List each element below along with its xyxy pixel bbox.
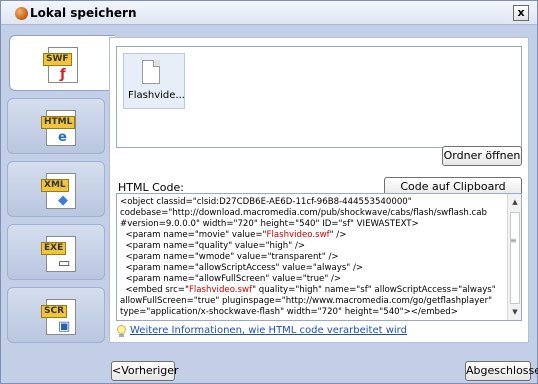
- scroll-up-icon[interactable]: ▲: [510, 197, 520, 207]
- file-name: Flashvide...: [128, 90, 185, 101]
- code-line: <param name="allowScriptAccess" value="a…: [120, 263, 504, 274]
- sidebar-item-html[interactable]: HTML e: [7, 98, 105, 154]
- code-segment: codebase="http://download.macromedia.com…: [120, 208, 487, 218]
- code-segment: " />: [329, 230, 347, 240]
- code-line: <param name="quality" value="high" />: [120, 241, 504, 252]
- sidebar-item-exe[interactable]: EXE ▭: [7, 224, 105, 280]
- code-segment: <embed src=": [120, 285, 189, 295]
- more-info-link[interactable]: Weitere Informationen, wie HTML code ver…: [130, 325, 407, 336]
- code-segment: <object classid="clsid:D27CDB6E-AE6D-11c…: [120, 197, 412, 207]
- html-file-icon: HTML e: [41, 110, 76, 146]
- code-segment: <param name="quality" value="high" />: [120, 241, 306, 251]
- file-type-tag: SCR: [41, 305, 68, 318]
- file-type-glyph: ▭: [58, 256, 71, 271]
- file-type-glyph: ▣: [58, 319, 71, 334]
- open-folder-button[interactable]: Ordner öffnen: [442, 146, 522, 166]
- code-segment: #version=9.0.0.0" width="720" height="54…: [120, 219, 419, 229]
- code-line: <param name="wmode" value="transparent" …: [120, 252, 504, 263]
- scr-file-icon: SCR ▣: [41, 299, 76, 335]
- code-scrollbar[interactable]: ▲ ≡ ▼: [507, 194, 521, 320]
- app-logo-icon: [15, 7, 28, 20]
- scroll-thumb[interactable]: [510, 212, 520, 304]
- code-segment: <param name="allowScriptAccess" value="a…: [120, 263, 364, 273]
- code-line: <param name="movie" value="Flashvideo.sw…: [120, 230, 504, 241]
- swf-file-icon: SWF ƒ: [43, 47, 78, 83]
- file-type-tag: HTML: [41, 116, 76, 129]
- file-list: Flashvide...: [116, 46, 522, 148]
- code-segment: <param name="movie" value=": [120, 230, 267, 240]
- close-button[interactable]: x: [513, 5, 529, 21]
- code-highlight: Flashvideo.swf: [188, 285, 253, 295]
- sidebar-item-xml[interactable]: XML ◆: [7, 161, 105, 217]
- code-line: <param name="allowFullScreen" value="tru…: [120, 274, 504, 285]
- code-segment: type="application/x-shockwave-flash" wid…: [120, 307, 458, 317]
- sidebar-item-swf[interactable]: SWF ƒ: [9, 35, 115, 91]
- main-panel: Flashvide... Ordner öffnen HTML Code: Co…: [109, 37, 529, 343]
- format-sidebar: SWF ƒ HTML e XML ◆ EXE ▭ SCR ▣: [7, 35, 115, 343]
- code-segment: <param name="wmode" value="transparent" …: [120, 252, 339, 262]
- footer-bar: <Vorheriger Abgeschlossen: [1, 349, 538, 383]
- sidebar-item-scr[interactable]: SCR ▣: [7, 287, 105, 343]
- code-line: allowFullScreen="true" pluginspage="http…: [120, 296, 504, 307]
- grip-icon: ≡: [510, 236, 517, 245]
- code-segment: <param name="allowFullScreen" value="tru…: [120, 274, 342, 284]
- document-icon: [142, 60, 160, 84]
- file-type-tag: XML: [41, 179, 69, 192]
- file-type-glyph: e: [58, 130, 67, 145]
- previous-button[interactable]: <Vorheriger: [111, 361, 179, 381]
- xml-file-icon: XML ◆: [41, 173, 76, 209]
- title-bar: Lokal speichern x: [1, 1, 537, 25]
- save-locally-dialog: Lokal speichern x SWF ƒ HTML e XML ◆ EXE ▭ SCR ▣ …: [0, 0, 538, 384]
- window-title: Lokal speichern: [30, 6, 137, 20]
- code-line: <object classid="clsid:D27CDB6E-AE6D-11c…: [120, 197, 504, 208]
- code-segment: " quality="high" name="sf" allowScriptAc…: [252, 285, 496, 295]
- code-line: <embed src="Flashvideo.swf" quality="hig…: [120, 285, 504, 296]
- code-segment: allowFullScreen="true" pluginspage="http…: [120, 296, 493, 306]
- file-type-tag: SWF: [43, 53, 72, 66]
- file-type-glyph: ƒ: [60, 67, 66, 82]
- code-line: #version=9.0.0.0" width="720" height="54…: [120, 219, 504, 230]
- finish-button[interactable]: Abgeschlossen: [465, 361, 538, 381]
- html-code-textarea[interactable]: <object classid="clsid:D27CDB6E-AE6D-11c…: [116, 193, 522, 321]
- code-line: codebase="http://download.macromedia.com…: [120, 208, 504, 219]
- code-highlight: Flashvideo.swf: [266, 230, 330, 240]
- lightbulb-icon: [116, 325, 127, 337]
- file-type-glyph: ◆: [58, 193, 68, 208]
- exe-file-icon: EXE ▭: [41, 236, 76, 272]
- file-type-tag: EXE: [41, 242, 67, 255]
- scroll-down-icon[interactable]: ▼: [510, 307, 520, 317]
- html-code-content: <object classid="clsid:D27CDB6E-AE6D-11c…: [120, 197, 504, 318]
- code-line: type="application/x-shockwave-flash" wid…: [120, 307, 504, 318]
- file-item[interactable]: Flashvide...: [123, 53, 185, 109]
